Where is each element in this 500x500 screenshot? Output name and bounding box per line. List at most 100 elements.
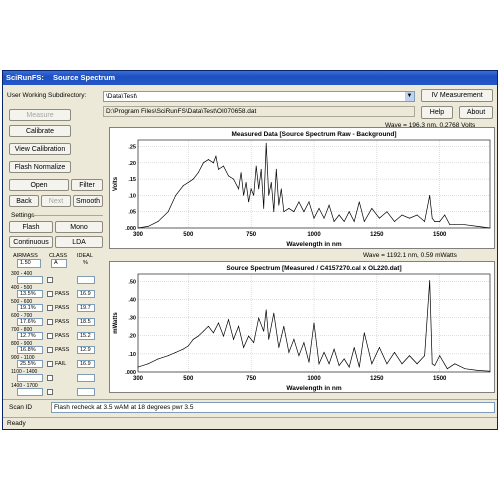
continuous-button[interactable]: Continuous bbox=[9, 236, 53, 248]
data-point bbox=[333, 221, 335, 222]
data-point bbox=[343, 221, 345, 222]
chart-title: Measured Data [Source Spectrum Raw - Bac… bbox=[231, 131, 396, 138]
row-ideal-value bbox=[77, 374, 95, 382]
data-point bbox=[250, 188, 252, 190]
data-point bbox=[192, 178, 194, 180]
row-ideal-value bbox=[77, 388, 95, 396]
back-button[interactable]: Back bbox=[9, 195, 39, 207]
chevron-down-icon[interactable]: ▼ bbox=[405, 92, 414, 101]
y-tick-label: .000 bbox=[125, 370, 136, 376]
y-tick-label: .10 bbox=[128, 193, 136, 199]
row-class-result: PASS bbox=[55, 333, 70, 339]
mono-button[interactable]: Mono bbox=[55, 221, 103, 233]
data-point bbox=[240, 172, 242, 173]
data-point bbox=[308, 361, 310, 363]
subdir-value: \Data\Test\ bbox=[106, 93, 138, 100]
data-point bbox=[278, 204, 280, 206]
row-class-result: PASS bbox=[55, 291, 70, 297]
data-point bbox=[431, 363, 433, 365]
data-point bbox=[477, 225, 478, 227]
data-point bbox=[288, 208, 290, 209]
row-class-checkbox[interactable] bbox=[47, 347, 53, 353]
data-point bbox=[308, 201, 310, 203]
data-point bbox=[394, 221, 395, 222]
data-point bbox=[175, 195, 177, 196]
data-point bbox=[318, 363, 320, 365]
data-point bbox=[167, 211, 169, 213]
row-class-checkbox[interactable] bbox=[47, 375, 53, 381]
flash-button[interactable]: Flash bbox=[9, 221, 53, 233]
scan-id-label: Scan ID bbox=[9, 404, 33, 411]
data-point bbox=[378, 217, 380, 219]
data-point bbox=[245, 181, 247, 183]
airmass-input[interactable]: 1.50 bbox=[17, 259, 41, 268]
data-point bbox=[464, 224, 466, 226]
help-button[interactable]: Help bbox=[421, 106, 453, 119]
data-point bbox=[378, 347, 380, 348]
data-point bbox=[358, 366, 360, 368]
data-point bbox=[363, 332, 365, 334]
data-point bbox=[265, 142, 267, 144]
row-class-checkbox[interactable] bbox=[47, 291, 53, 297]
data-point bbox=[265, 309, 267, 311]
data-point bbox=[343, 358, 345, 360]
data-point bbox=[258, 317, 260, 319]
scan-id-input[interactable]: Flash recheck at 3.5 wAM at 18 degrees p… bbox=[51, 402, 495, 413]
row-class-checkbox[interactable] bbox=[47, 319, 53, 325]
data-point bbox=[323, 352, 325, 353]
lda-button[interactable]: LDA bbox=[55, 236, 103, 248]
data-point bbox=[323, 217, 325, 219]
data-point bbox=[313, 217, 315, 219]
next-button[interactable]: Next bbox=[41, 195, 71, 207]
subdir-select[interactable]: \Data\Test\ ▼ bbox=[103, 91, 415, 102]
smooth-button[interactable]: Smooth bbox=[73, 195, 103, 207]
data-point bbox=[197, 172, 199, 173]
data-point bbox=[409, 217, 410, 219]
data-point bbox=[278, 347, 280, 348]
data-point bbox=[243, 195, 245, 196]
data-point bbox=[464, 368, 466, 370]
open-button[interactable]: Open bbox=[9, 179, 69, 191]
source-spectrum-chart: Source Spectrum [Measured / C4157270.cal… bbox=[109, 261, 495, 393]
data-point bbox=[268, 338, 270, 340]
row-class-checkbox[interactable] bbox=[47, 333, 53, 339]
measure-button[interactable]: Measure bbox=[9, 109, 71, 121]
data-point bbox=[263, 330, 265, 332]
data-point bbox=[228, 319, 229, 321]
row-class-checkbox[interactable] bbox=[47, 277, 53, 283]
row-class-result: PASS bbox=[55, 319, 70, 325]
class-select[interactable]: A bbox=[51, 259, 67, 268]
data-point bbox=[298, 355, 300, 357]
title-bar: SciRunFS: Source Spectrum bbox=[3, 71, 497, 85]
calibrate-button[interactable]: Calibrate bbox=[9, 125, 71, 137]
data-point bbox=[434, 365, 436, 366]
data-point bbox=[233, 338, 234, 340]
data-point bbox=[386, 363, 388, 365]
x-tick-label: 750 bbox=[246, 376, 257, 382]
data-point bbox=[248, 335, 250, 337]
x-axis-label: Wavelength in nm bbox=[286, 385, 342, 392]
data-point bbox=[303, 342, 305, 343]
data-point bbox=[273, 312, 275, 314]
row-class-checkbox[interactable] bbox=[47, 305, 53, 311]
iv-measurement-button[interactable]: IV Measurement bbox=[421, 89, 493, 102]
app-window: SciRunFS: Source Spectrum User Working S… bbox=[2, 70, 498, 430]
row-class-checkbox[interactable] bbox=[47, 361, 53, 367]
about-button[interactable]: About bbox=[459, 106, 493, 119]
y-axis-label: Volts bbox=[113, 176, 119, 191]
data-point bbox=[338, 365, 340, 366]
row-class-checkbox[interactable] bbox=[47, 389, 53, 395]
filter-button[interactable]: Filter bbox=[71, 179, 103, 191]
row-measured-value: 25.5% bbox=[17, 360, 43, 368]
data-point bbox=[182, 185, 184, 187]
data-point bbox=[167, 355, 169, 357]
view-calibration-button[interactable]: View Calibration bbox=[9, 143, 71, 155]
bottom-chart-readout: Wave = 1192.1 nm, 0.59 mWatts bbox=[363, 252, 457, 259]
flash-normalize-button[interactable]: Flash Normalize bbox=[9, 161, 71, 173]
data-point bbox=[429, 195, 431, 196]
measured-data-svg: Measured Data [Source Spectrum Raw - Bac… bbox=[113, 131, 491, 248]
y-tick-label: .20 bbox=[128, 334, 136, 340]
data-point bbox=[175, 352, 177, 353]
x-tick-label: 500 bbox=[183, 376, 194, 382]
y-axis-label: mWatts bbox=[113, 312, 119, 334]
